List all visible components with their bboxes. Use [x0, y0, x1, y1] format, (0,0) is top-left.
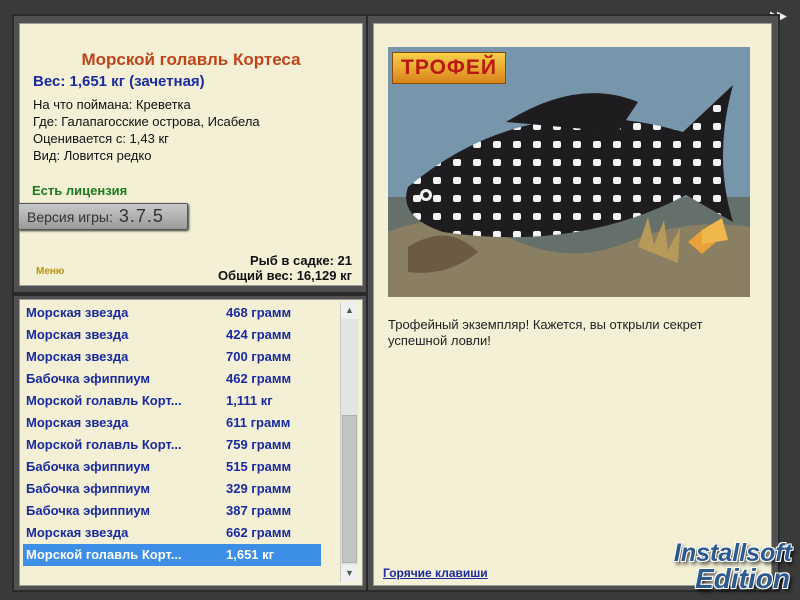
trophy-badge: ТРОФЕЙ [392, 52, 506, 84]
list-item[interactable]: Морская звезда 611 грамм [23, 412, 321, 434]
kind-text: Вид: Ловится редко [33, 148, 152, 163]
catch-weight: 611 грамм [226, 415, 291, 430]
catch-name: Бабочка эфиппиум [26, 459, 151, 474]
logo-line-2: Edition [695, 563, 790, 594]
scroll-thumb[interactable] [342, 415, 357, 563]
catch-weight: 700 грамм [226, 349, 292, 364]
list-item[interactable]: Бабочка эфиппиум 515 грамм [23, 456, 321, 478]
list-item[interactable]: Бабочка эфиппиум 387 грамм [23, 500, 321, 522]
menu-button[interactable]: Меню [36, 266, 64, 277]
scrollbar[interactable]: ▲ ▼ [340, 302, 358, 582]
catch-weight: 1,111 кг [226, 393, 273, 408]
rated-text: Оценивается с: 1,43 кг [33, 131, 169, 146]
detail-panel: ТРОФЕЙ Трофейный экземпляр! Кажется, вы … [373, 23, 772, 586]
catch-name: Морская звезда [26, 327, 129, 342]
keep-net-stats: Рыб в садке: 21 Общий вес: 16,129 кг [218, 253, 352, 283]
catch-weight: 387 грамм [226, 503, 292, 518]
license-status: Есть лицензия [32, 183, 128, 198]
fish-illustration [388, 47, 750, 297]
catch-weight: 424 грамм [226, 327, 292, 342]
version-badge: Версия игры: 3.7.5 [18, 203, 188, 230]
catch-weight: 1,651 кг [226, 547, 275, 562]
scroll-down-button[interactable]: ▼ [341, 565, 358, 582]
bait-text: На что поймана: Креветка [33, 97, 191, 112]
total-weight: Общий вес: 16,129 кг [217, 268, 352, 283]
list-item[interactable]: Морской голавль Корт... 1,651 кг [23, 544, 321, 566]
fish-info-panel: Морской голавль Кортеса Вес: 1,651 кг (з… [18, 23, 363, 286]
catch-weight: 515 грамм [226, 459, 292, 474]
catch-name: Морской голавль Корт... [26, 393, 182, 408]
place-text: Где: Галапагосские острова, Исабела [33, 114, 260, 129]
catch-name: Морская звезда [26, 415, 129, 430]
version-label: Версия игры: [27, 208, 113, 225]
installsoft-logo: Installsoft Edition [640, 534, 800, 598]
catch-name: Морская звезда [26, 525, 129, 540]
catch-name: Бабочка эфиппиум [26, 481, 151, 496]
catch-name: Морская звезда [26, 349, 129, 364]
catch-name: Морской голавль Корт... [26, 437, 182, 452]
list-item[interactable]: Морская звезда 468 грамм [23, 302, 321, 324]
catch-name: Бабочка эфиппиум [26, 503, 151, 518]
list-item[interactable]: Морская звезда 700 грамм [23, 346, 321, 368]
hotkeys-link[interactable]: Горячие клавиши [383, 566, 488, 580]
fish-photo: ТРОФЕЙ [388, 47, 750, 297]
list-item[interactable]: Морской голавль Корт... 1,111 кг [23, 390, 321, 412]
list-item[interactable]: Морская звезда 424 грамм [23, 324, 321, 346]
catch-weight: 329 грамм [226, 481, 292, 496]
fish-details: На что поймана: Креветка Где: Галапагосс… [33, 96, 260, 164]
catch-weight: 759 грамм [226, 437, 292, 452]
scroll-up-button[interactable]: ▲ [341, 302, 358, 319]
catch-list: Морская звезда 468 грамм Морская звезда 424… [19, 299, 363, 586]
catch-weight: 662 грамм [226, 525, 292, 540]
catch-name: Морской голавль Корт... [26, 547, 182, 562]
list-item[interactable]: Бабочка эфиппиум 462 грамм [23, 368, 321, 390]
list-item[interactable]: Бабочка эфиппиум 329 грамм [23, 478, 321, 500]
keep-count: Рыб в садке: 21 [249, 253, 352, 268]
catch-name: Бабочка эфиппиум [26, 371, 151, 386]
version-number: 3.7.5 [118, 206, 164, 226]
catch-weight: 468 грамм [226, 305, 292, 320]
list-item[interactable]: Морской голавль Корт... 759 грамм [23, 434, 321, 456]
fish-weight: Вес: 1,651 кг (зачетная) [33, 73, 205, 90]
list-item[interactable]: Морская звезда 662 грамм [23, 522, 321, 544]
trophy-description: Трофейный экземпляр! Кажется, вы открыли… [388, 317, 703, 348]
fish-name: Морской голавль Кортеса [81, 50, 301, 69]
catch-weight: 462 грамм [226, 371, 292, 386]
catch-name: Морская звезда [26, 305, 129, 320]
